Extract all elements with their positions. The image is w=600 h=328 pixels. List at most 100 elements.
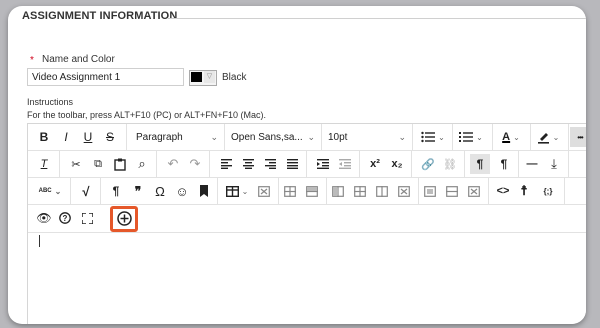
indent-button[interactable] [315, 154, 331, 174]
svg-text:?: ? [63, 214, 68, 223]
bookmark-button[interactable] [196, 181, 212, 201]
toolbar-separator [411, 151, 412, 177]
table-props-button[interactable] [466, 181, 482, 201]
table-col-before-button[interactable] [330, 181, 346, 201]
name-input[interactable]: Video Assignment 1 [27, 68, 184, 86]
paragraph-format-select[interactable]: Paragraph ⌄ [132, 127, 222, 147]
preview-button[interactable]: 👁 [35, 208, 53, 228]
table-row-before-button[interactable] [282, 181, 298, 201]
numbered-list-icon [459, 132, 474, 142]
emoticons-button[interactable]: ☺ [174, 181, 190, 201]
find-button[interactable]: ⌕ [134, 154, 150, 174]
code-view-button[interactable]: <> [494, 181, 512, 201]
section-divider [168, 18, 586, 19]
cut-button[interactable]: ✂ [68, 154, 84, 174]
horizontal-rule-button[interactable]: — [524, 154, 540, 174]
blockquote-button[interactable]: ❞ [130, 181, 146, 201]
toolbar-separator [464, 151, 465, 177]
font-family-select[interactable]: Open Sans,sa... ⌄ [227, 127, 319, 147]
help-button[interactable]: ? [57, 208, 73, 228]
highlight-color-button[interactable]: ⌄ [533, 127, 563, 147]
rich-text-editor[interactable]: B I U S Paragraph ⌄ Open Sans,sa... ⌄ 10… [27, 123, 586, 324]
strikethrough-button[interactable]: S [102, 127, 118, 147]
fullscreen-button[interactable] [79, 208, 95, 228]
toolbar-separator [156, 151, 157, 177]
bold-button[interactable]: B [36, 127, 52, 147]
math-editor-button[interactable]: √ [78, 181, 94, 201]
more-options-button[interactable]: ••• [570, 127, 586, 147]
align-left-button[interactable] [218, 154, 234, 174]
table-col-after-icon [354, 185, 366, 197]
rtl-direction-button[interactable]: ¶ [494, 154, 514, 174]
ltr-direction-button[interactable]: ¶ [470, 154, 490, 174]
chevron-down-icon: ⌄ [210, 131, 218, 142]
underline-button[interactable]: U [80, 127, 96, 147]
upload-button[interactable]: ⤓ [546, 154, 562, 174]
table-col-delete-button[interactable] [374, 181, 390, 201]
table-col-after-button[interactable] [352, 181, 368, 201]
color-name: Black [222, 72, 247, 83]
toolbar-separator [564, 178, 565, 204]
table-row-after-icon [306, 185, 318, 197]
toolbar-separator [359, 151, 360, 177]
table-merge-button[interactable] [444, 181, 460, 201]
chevron-down-icon: ⌄ [552, 132, 560, 142]
toolbar-separator [568, 151, 569, 177]
toolbar-separator [530, 124, 531, 150]
superscript-button[interactable]: x² [366, 154, 384, 174]
toolbar-row-3: ABC ⌄ √ ¶ ❞ Ω ☺ ⌄ <> ☨ {;} [28, 178, 586, 205]
bulleted-list-icon [421, 131, 436, 143]
spellcheck-icon: ABC [38, 188, 52, 194]
table-button[interactable]: ⌄ [222, 181, 252, 201]
table-delete-button[interactable] [256, 181, 272, 201]
section-title: ASSIGNMENT INFORMATION [22, 10, 178, 22]
text-cursor [39, 235, 40, 247]
toolbar-separator [100, 178, 101, 204]
clipboard-icon [114, 158, 126, 171]
color-picker[interactable]: ▽ [189, 70, 217, 86]
text-color-button[interactable]: A ⌄ [496, 127, 526, 147]
copy-button[interactable]: ⧉ [90, 154, 106, 174]
paragraph-mark-button[interactable]: ¶ [108, 181, 124, 201]
undo-button[interactable]: ↶ [165, 154, 181, 174]
toolbar-separator [326, 178, 327, 204]
align-right-button[interactable] [262, 154, 278, 174]
justify-icon [286, 159, 298, 169]
bulleted-list-button[interactable]: ⌄ [418, 127, 448, 147]
align-center-button[interactable] [240, 154, 256, 174]
table-merge-icon [446, 185, 458, 197]
table-delete-icon [258, 185, 270, 197]
toolbar-hint: For the toolbar, press ALT+F10 (PC) or A… [27, 110, 267, 120]
toolbar-row-1: B I U S Paragraph ⌄ Open Sans,sa... ⌄ 10… [28, 124, 586, 151]
font-size-select[interactable]: 10pt ⌄ [324, 127, 410, 147]
table-cell-icon [424, 185, 436, 197]
table-cell-button[interactable] [422, 181, 438, 201]
insert-link-button[interactable]: 🔗 [420, 154, 436, 174]
italic-button[interactable]: I [58, 127, 74, 147]
outdent-button[interactable] [337, 154, 353, 174]
chevron-down-icon: ⌄ [398, 131, 406, 142]
source-code-button[interactable]: {;} [538, 181, 558, 201]
table-split-button[interactable] [396, 181, 412, 201]
table-row-after-button[interactable] [304, 181, 320, 201]
table-row-before-icon [284, 185, 296, 197]
clear-format-button[interactable]: T [36, 154, 52, 174]
font-family-value: Open Sans,sa... [231, 131, 303, 143]
table-icon [225, 185, 239, 197]
toolbar-separator [321, 124, 322, 150]
toolbar-separator [568, 124, 569, 150]
paste-button[interactable] [112, 154, 128, 174]
numbered-list-button[interactable]: ⌄ [456, 127, 486, 147]
unlink-button[interactable]: ⛓ [442, 154, 458, 174]
name-and-color-label: Name and Color [42, 54, 115, 65]
justify-button[interactable] [284, 154, 300, 174]
chevron-down-icon: ⌄ [476, 132, 483, 142]
toolbar-separator [278, 178, 279, 204]
accessibility-checker-button[interactable]: ☨ [516, 181, 532, 201]
spellcheck-button[interactable]: ABC ⌄ [34, 181, 66, 201]
toolbar-separator [224, 124, 225, 150]
toolbar-separator [412, 124, 413, 150]
redo-button[interactable]: ↷ [187, 154, 203, 174]
subscript-button[interactable]: x₂ [388, 154, 406, 174]
special-characters-button[interactable]: Ω [152, 181, 168, 201]
